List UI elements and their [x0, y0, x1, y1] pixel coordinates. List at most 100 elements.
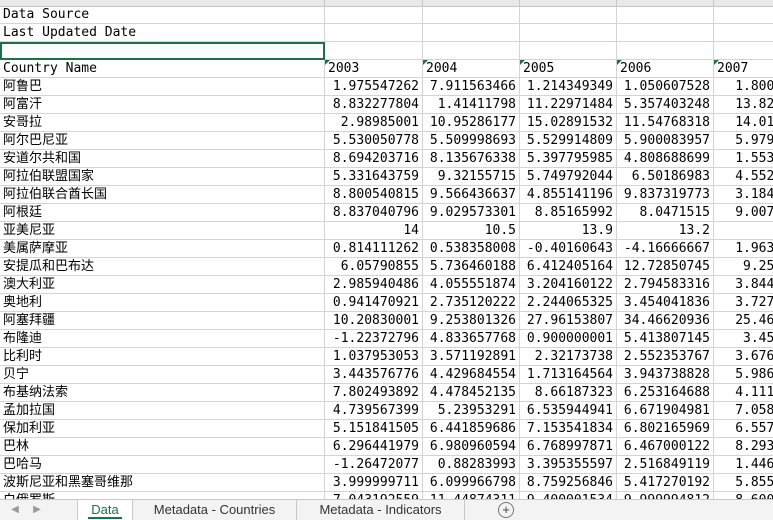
row-label-cell[interactable]: 安哥拉 — [0, 114, 325, 132]
value-cell[interactable]: 5.509998693 — [423, 132, 520, 150]
value-cell[interactable]: 2.98985001 — [325, 114, 423, 132]
value-cell[interactable]: 3.18439 — [714, 186, 773, 204]
row-label-cell[interactable]: 奥地利 — [0, 294, 325, 312]
value-cell[interactable]: 2.552353767 — [617, 348, 714, 366]
value-cell[interactable]: 2.32173738 — [520, 348, 617, 366]
value-cell[interactable]: 1.80022 — [714, 78, 773, 96]
row-label-cell[interactable] — [0, 42, 325, 60]
row-label-cell[interactable]: 布隆迪 — [0, 330, 325, 348]
value-cell[interactable]: 2.794583316 — [617, 276, 714, 294]
value-cell[interactable] — [617, 24, 714, 42]
value-cell[interactable] — [423, 6, 520, 24]
value-cell[interactable]: 7.05859 — [714, 402, 773, 420]
value-cell[interactable]: 11.54768318 — [617, 114, 714, 132]
row-label-cell[interactable]: 安提瓜和巴布达 — [0, 258, 325, 276]
value-cell[interactable]: 5.900083957 — [617, 132, 714, 150]
value-cell[interactable]: -1.22372796 — [325, 330, 423, 348]
value-cell[interactable]: 0.941470921 — [325, 294, 423, 312]
value-cell[interactable]: 2005 — [520, 60, 617, 78]
row-label-cell[interactable]: 保加利亚 — [0, 420, 325, 438]
value-cell[interactable]: 7.043192559 — [325, 492, 423, 499]
value-cell[interactable]: 4.855141196 — [520, 186, 617, 204]
row-label-cell[interactable]: 孟加拉国 — [0, 402, 325, 420]
value-cell[interactable]: 3.571192891 — [423, 348, 520, 366]
row-label-cell[interactable]: 巴林 — [0, 438, 325, 456]
value-cell[interactable]: 0.538358008 — [423, 240, 520, 258]
value-cell[interactable]: 9.253801326 — [423, 312, 520, 330]
value-cell[interactable]: 8.0471515 — [617, 204, 714, 222]
value-cell[interactable]: 5.413807145 — [617, 330, 714, 348]
value-cell[interactable]: 0.900000001 — [520, 330, 617, 348]
row-label-cell[interactable]: 澳大利亚 — [0, 276, 325, 294]
value-cell[interactable]: 1.975547262 — [325, 78, 423, 96]
value-cell[interactable]: 1.214349349 — [520, 78, 617, 96]
value-cell[interactable]: 5.357403248 — [617, 96, 714, 114]
value-cell[interactable]: 6.412405164 — [520, 258, 617, 276]
value-cell[interactable]: 14.0100 — [714, 114, 773, 132]
value-cell[interactable]: 6.253164688 — [617, 384, 714, 402]
value-cell[interactable]: 2.516849119 — [617, 456, 714, 474]
value-cell[interactable]: 9.400001534 — [520, 492, 617, 499]
value-cell[interactable]: 8.759256846 — [520, 474, 617, 492]
value-cell[interactable]: 4.055551874 — [423, 276, 520, 294]
row-label-cell[interactable]: 亚美尼亚 — [0, 222, 325, 240]
value-cell[interactable]: 5.98634 — [714, 366, 773, 384]
row-label-cell[interactable]: 白俄罗斯 — [0, 492, 325, 499]
value-cell[interactable]: 2.244065325 — [520, 294, 617, 312]
value-cell[interactable]: 7.802493892 — [325, 384, 423, 402]
value-cell[interactable]: 6.50186983 — [617, 168, 714, 186]
value-cell[interactable]: 9.029573301 — [423, 204, 520, 222]
spreadsheet-grid[interactable]: Data Source Last Updated Date Country Name… — [0, 0, 773, 499]
value-cell[interactable]: 5.331643759 — [325, 168, 423, 186]
tab-data[interactable]: Data — [77, 500, 133, 520]
value-cell[interactable]: 27.96153807 — [520, 312, 617, 330]
value-cell[interactable] — [714, 222, 773, 240]
row-label-cell[interactable]: 阿根廷 — [0, 204, 325, 222]
value-cell[interactable]: 0.88283993 — [423, 456, 520, 474]
value-cell[interactable]: 10.5 — [423, 222, 520, 240]
row-label-cell[interactable]: 美属萨摩亚 — [0, 240, 325, 258]
value-cell[interactable]: 1.037953053 — [325, 348, 423, 366]
value-cell[interactable]: 13.8263 — [714, 96, 773, 114]
value-cell[interactable]: 1.96353 — [714, 240, 773, 258]
value-cell[interactable]: 15.02891532 — [520, 114, 617, 132]
value-cell[interactable]: 9.999994812 — [617, 492, 714, 499]
value-cell[interactable]: 4.739567399 — [325, 402, 423, 420]
value-cell[interactable]: 3.999999711 — [325, 474, 423, 492]
value-cell[interactable]: 10.20830001 — [325, 312, 423, 330]
value-cell[interactable]: 5.397795985 — [520, 150, 617, 168]
value-cell[interactable]: 4.11137 — [714, 384, 773, 402]
row-label-cell[interactable]: 阿拉伯联盟国家 — [0, 168, 325, 186]
next-sheet-icon[interactable]: ▶ — [30, 503, 44, 517]
value-cell[interactable] — [325, 24, 423, 42]
value-cell[interactable] — [520, 24, 617, 42]
value-cell[interactable]: 5.529914809 — [520, 132, 617, 150]
row-label-cell[interactable]: 阿拉伯联合酋长国 — [0, 186, 325, 204]
value-cell[interactable]: 6.296441979 — [325, 438, 423, 456]
value-cell[interactable]: 9.566436637 — [423, 186, 520, 204]
value-cell[interactable]: 8.832277804 — [325, 96, 423, 114]
value-cell[interactable] — [714, 24, 773, 42]
value-cell[interactable]: 4.55228 — [714, 168, 773, 186]
value-cell[interactable]: 1.713164564 — [520, 366, 617, 384]
row-label-cell[interactable]: 巴哈马 — [0, 456, 325, 474]
value-cell[interactable]: 12.72850745 — [617, 258, 714, 276]
value-cell[interactable]: 6.441859686 — [423, 420, 520, 438]
value-cell[interactable]: 2.735120222 — [423, 294, 520, 312]
value-cell[interactable]: 11.44874311 — [423, 492, 520, 499]
row-label-cell[interactable]: 比利时 — [0, 348, 325, 366]
value-cell[interactable]: 5.530050778 — [325, 132, 423, 150]
value-cell[interactable]: 5.749792044 — [520, 168, 617, 186]
value-cell[interactable] — [520, 42, 617, 60]
value-cell[interactable] — [714, 42, 773, 60]
value-cell[interactable]: 0.814111262 — [325, 240, 423, 258]
value-cell[interactable] — [714, 6, 773, 24]
row-label-cell[interactable]: 波斯尼亚和黑塞哥维那 — [0, 474, 325, 492]
row-label-cell[interactable]: 阿塞拜疆 — [0, 312, 325, 330]
value-cell[interactable]: 3.454041836 — [617, 294, 714, 312]
value-cell[interactable]: 5.151841505 — [325, 420, 423, 438]
value-cell[interactable]: 6.099966798 — [423, 474, 520, 492]
row-label-cell[interactable]: 阿富汗 — [0, 96, 325, 114]
value-cell[interactable]: 3.943738828 — [617, 366, 714, 384]
value-cell[interactable]: 6.671904981 — [617, 402, 714, 420]
